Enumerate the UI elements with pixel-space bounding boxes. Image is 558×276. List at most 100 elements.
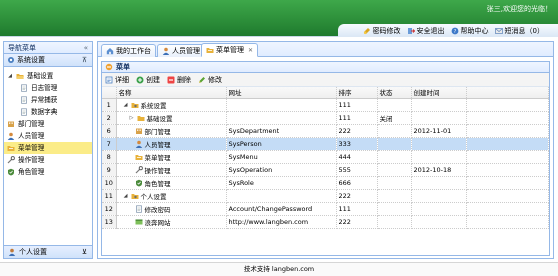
cell-sort: 666: [336, 176, 378, 190]
row-name: 基础设置: [146, 114, 173, 123]
person-icon: [135, 140, 142, 148]
role-icon: [135, 179, 142, 186]
nav-tree-label: 异常捕获: [31, 96, 58, 104]
menu-grid: 名称 网址 排序 状态 创建时间 1 ◢ 系统设置 111 2 ▷ 基础设置 111 关闭 6 部门…: [102, 87, 549, 229]
cell-status: [377, 124, 412, 138]
cell-status: [377, 98, 412, 112]
toolbar-button-edit[interactable]: 修改: [198, 75, 222, 85]
table-row[interactable]: 10 角色管理 SysRole 666: [102, 176, 549, 190]
toolbar-button-detail[interactable]: 详细: [105, 75, 129, 85]
nav-tree: ◢ 基础设置 日志管理异常捕获数据字典部门管理人员管理 菜单管理 操作管理 角色管理: [4, 67, 92, 178]
cell-url: http://www.langben.com: [226, 215, 337, 229]
cell-name: 操作管理: [116, 163, 227, 177]
nav-collapse-button[interactable]: «: [84, 42, 88, 54]
grid-toolbar: 详细 创建 删除 修改: [102, 73, 549, 87]
toolbar-button-delete[interactable]: 删除: [167, 75, 191, 85]
table-row[interactable]: 7 人员管理 SysPerson 333: [102, 137, 549, 151]
cell-filler: [466, 189, 549, 203]
table-row[interactable]: 2 ▷ 基础设置 111 关闭: [102, 111, 549, 125]
nav-tree-item[interactable]: ◢ 基础设置: [4, 70, 92, 82]
nav-tree-item[interactable]: 菜单管理: [4, 142, 92, 154]
header-link-help[interactable]: ? 帮助中心: [451, 26, 489, 36]
settings-folder-icon: [131, 193, 138, 199]
document-icon: [21, 108, 27, 116]
header-link-key[interactable]: 密码修改: [363, 26, 401, 36]
tree-expand-icon[interactable]: ◢: [123, 102, 129, 108]
department-icon: [8, 121, 14, 127]
delete-icon: [167, 76, 175, 83]
menu-folder-icon: [206, 48, 214, 53]
cell-sort: 222: [336, 215, 378, 229]
tab-home[interactable]: 我的工作台: [101, 44, 156, 57]
column-header-created[interactable]: 创建时间: [411, 87, 467, 99]
row-number: 11: [102, 189, 117, 203]
cell-name: 部门管理: [116, 124, 227, 138]
nav-title: 导航菜单 «: [4, 42, 92, 54]
nav-tree-item[interactable]: 角色管理: [4, 166, 92, 178]
row-name: 操作管理: [144, 166, 171, 175]
cell-name: 角色管理: [116, 176, 227, 190]
cell-name: 修改密码: [116, 202, 227, 216]
column-header-sort[interactable]: 排序: [336, 87, 378, 99]
cell-created: [411, 98, 467, 112]
row-number: 12: [102, 202, 117, 216]
grid-body: 1 ◢ 系统设置 111 2 ▷ 基础设置 111 关闭 6 部门管理 SysDepartment 22…: [102, 98, 549, 229]
table-row[interactable]: 8 菜单管理 SysMenu 444: [102, 150, 549, 164]
table-row[interactable]: 6 部门管理 SysDepartment 222 2012-11-01: [102, 124, 549, 138]
cell-url: SysRole: [226, 176, 337, 190]
header-link-logout[interactable]: 安全退出: [407, 26, 445, 36]
app-window: 张三,欢迎您的光临！ 密码修改 安全退出? 帮助中心 短消息（0） 导航菜单 « 系统…: [0, 0, 558, 276]
nav-section-label: 系统设置: [17, 55, 45, 64]
table-row[interactable]: 9 操作管理 SysOperation 555 2012-10-18: [102, 163, 549, 177]
cell-url: [226, 189, 337, 203]
folder-open-icon: [16, 74, 24, 79]
cell-status: [377, 176, 412, 190]
column-header-url[interactable]: 网址: [226, 87, 337, 99]
tree-expand-icon[interactable]: ◢: [7, 70, 13, 82]
row-number: 7: [102, 137, 117, 151]
row-name: 个人设置: [140, 192, 167, 201]
tree-expand-icon[interactable]: ▷: [129, 115, 135, 121]
tab-menu-folder[interactable]: 菜单管理 ✕: [201, 43, 259, 57]
nav-tree-item[interactable]: 日志管理: [4, 82, 92, 94]
cell-created: [411, 189, 467, 203]
tree-expand-icon[interactable]: ◢: [123, 193, 129, 199]
column-header-name[interactable]: 名称: [116, 87, 227, 99]
cell-name: 浪奔网站: [116, 215, 227, 229]
nav-section-personal[interactable]: 个人设置 ⊻: [4, 245, 92, 258]
nav-tree-item[interactable]: 数据字典: [4, 106, 92, 118]
header-toolbar: 密码修改 安全退出 ? 帮助中心 短消息（0）: [338, 24, 558, 37]
header-banner: 张三,欢迎您的光临！ 密码修改 安全退出? 帮助中心 短消息（0）: [0, 0, 558, 37]
cell-sort: 555: [336, 163, 378, 177]
nav-title-text: 导航菜单: [8, 44, 36, 52]
row-name: 人员管理: [144, 140, 171, 149]
nav-personal-label: 个人设置: [19, 248, 47, 256]
table-row[interactable]: 11 ◢ 个人设置 222: [102, 189, 549, 203]
column-header-status[interactable]: 状态: [377, 87, 412, 99]
nav-tree-item[interactable]: 异常捕获: [4, 94, 92, 106]
section-toggle-icon[interactable]: ⊼: [82, 54, 87, 67]
section-toggle-icon[interactable]: ⊻: [82, 246, 87, 259]
cell-name: ◢ 个人设置: [116, 189, 227, 203]
row-name: 修改密码: [144, 205, 171, 214]
tab-close-icon[interactable]: ✕: [248, 47, 253, 54]
row-number: 8: [102, 150, 117, 164]
nav-tree-item[interactable]: 部门管理: [4, 118, 92, 130]
cell-created: [411, 150, 467, 164]
nav-tree-item[interactable]: 人员管理: [4, 130, 92, 142]
toolbar-button-add[interactable]: 创建: [136, 75, 160, 85]
key-icon: [363, 27, 370, 34]
column-header-filler: [466, 87, 549, 99]
nav-tree-item[interactable]: 操作管理: [4, 154, 92, 166]
nav-section-system[interactable]: 系统设置 ⊼: [4, 54, 92, 67]
header-link-message[interactable]: 短消息（0）: [494, 26, 544, 36]
table-row[interactable]: 13 浪奔网站 http://www.langben.com 222: [102, 215, 549, 229]
row-name: 系统设置: [140, 101, 167, 110]
nav-tree-label: 部门管理: [18, 120, 45, 128]
nav-panel: 导航菜单 « 系统设置 ⊼ ◢ 基础设置 日志管理异常捕获数据字典部门管理人员管理菜…: [3, 41, 93, 259]
tab-strip: 我的工作台 人员管理 ✕菜单管理 ✕: [98, 42, 553, 57]
role-icon: [8, 168, 14, 176]
cell-url: [226, 111, 337, 125]
table-row[interactable]: 12 修改密码 Account/ChangePassword 111: [102, 202, 549, 216]
table-row[interactable]: 1 ◢ 系统设置 111: [102, 98, 549, 112]
